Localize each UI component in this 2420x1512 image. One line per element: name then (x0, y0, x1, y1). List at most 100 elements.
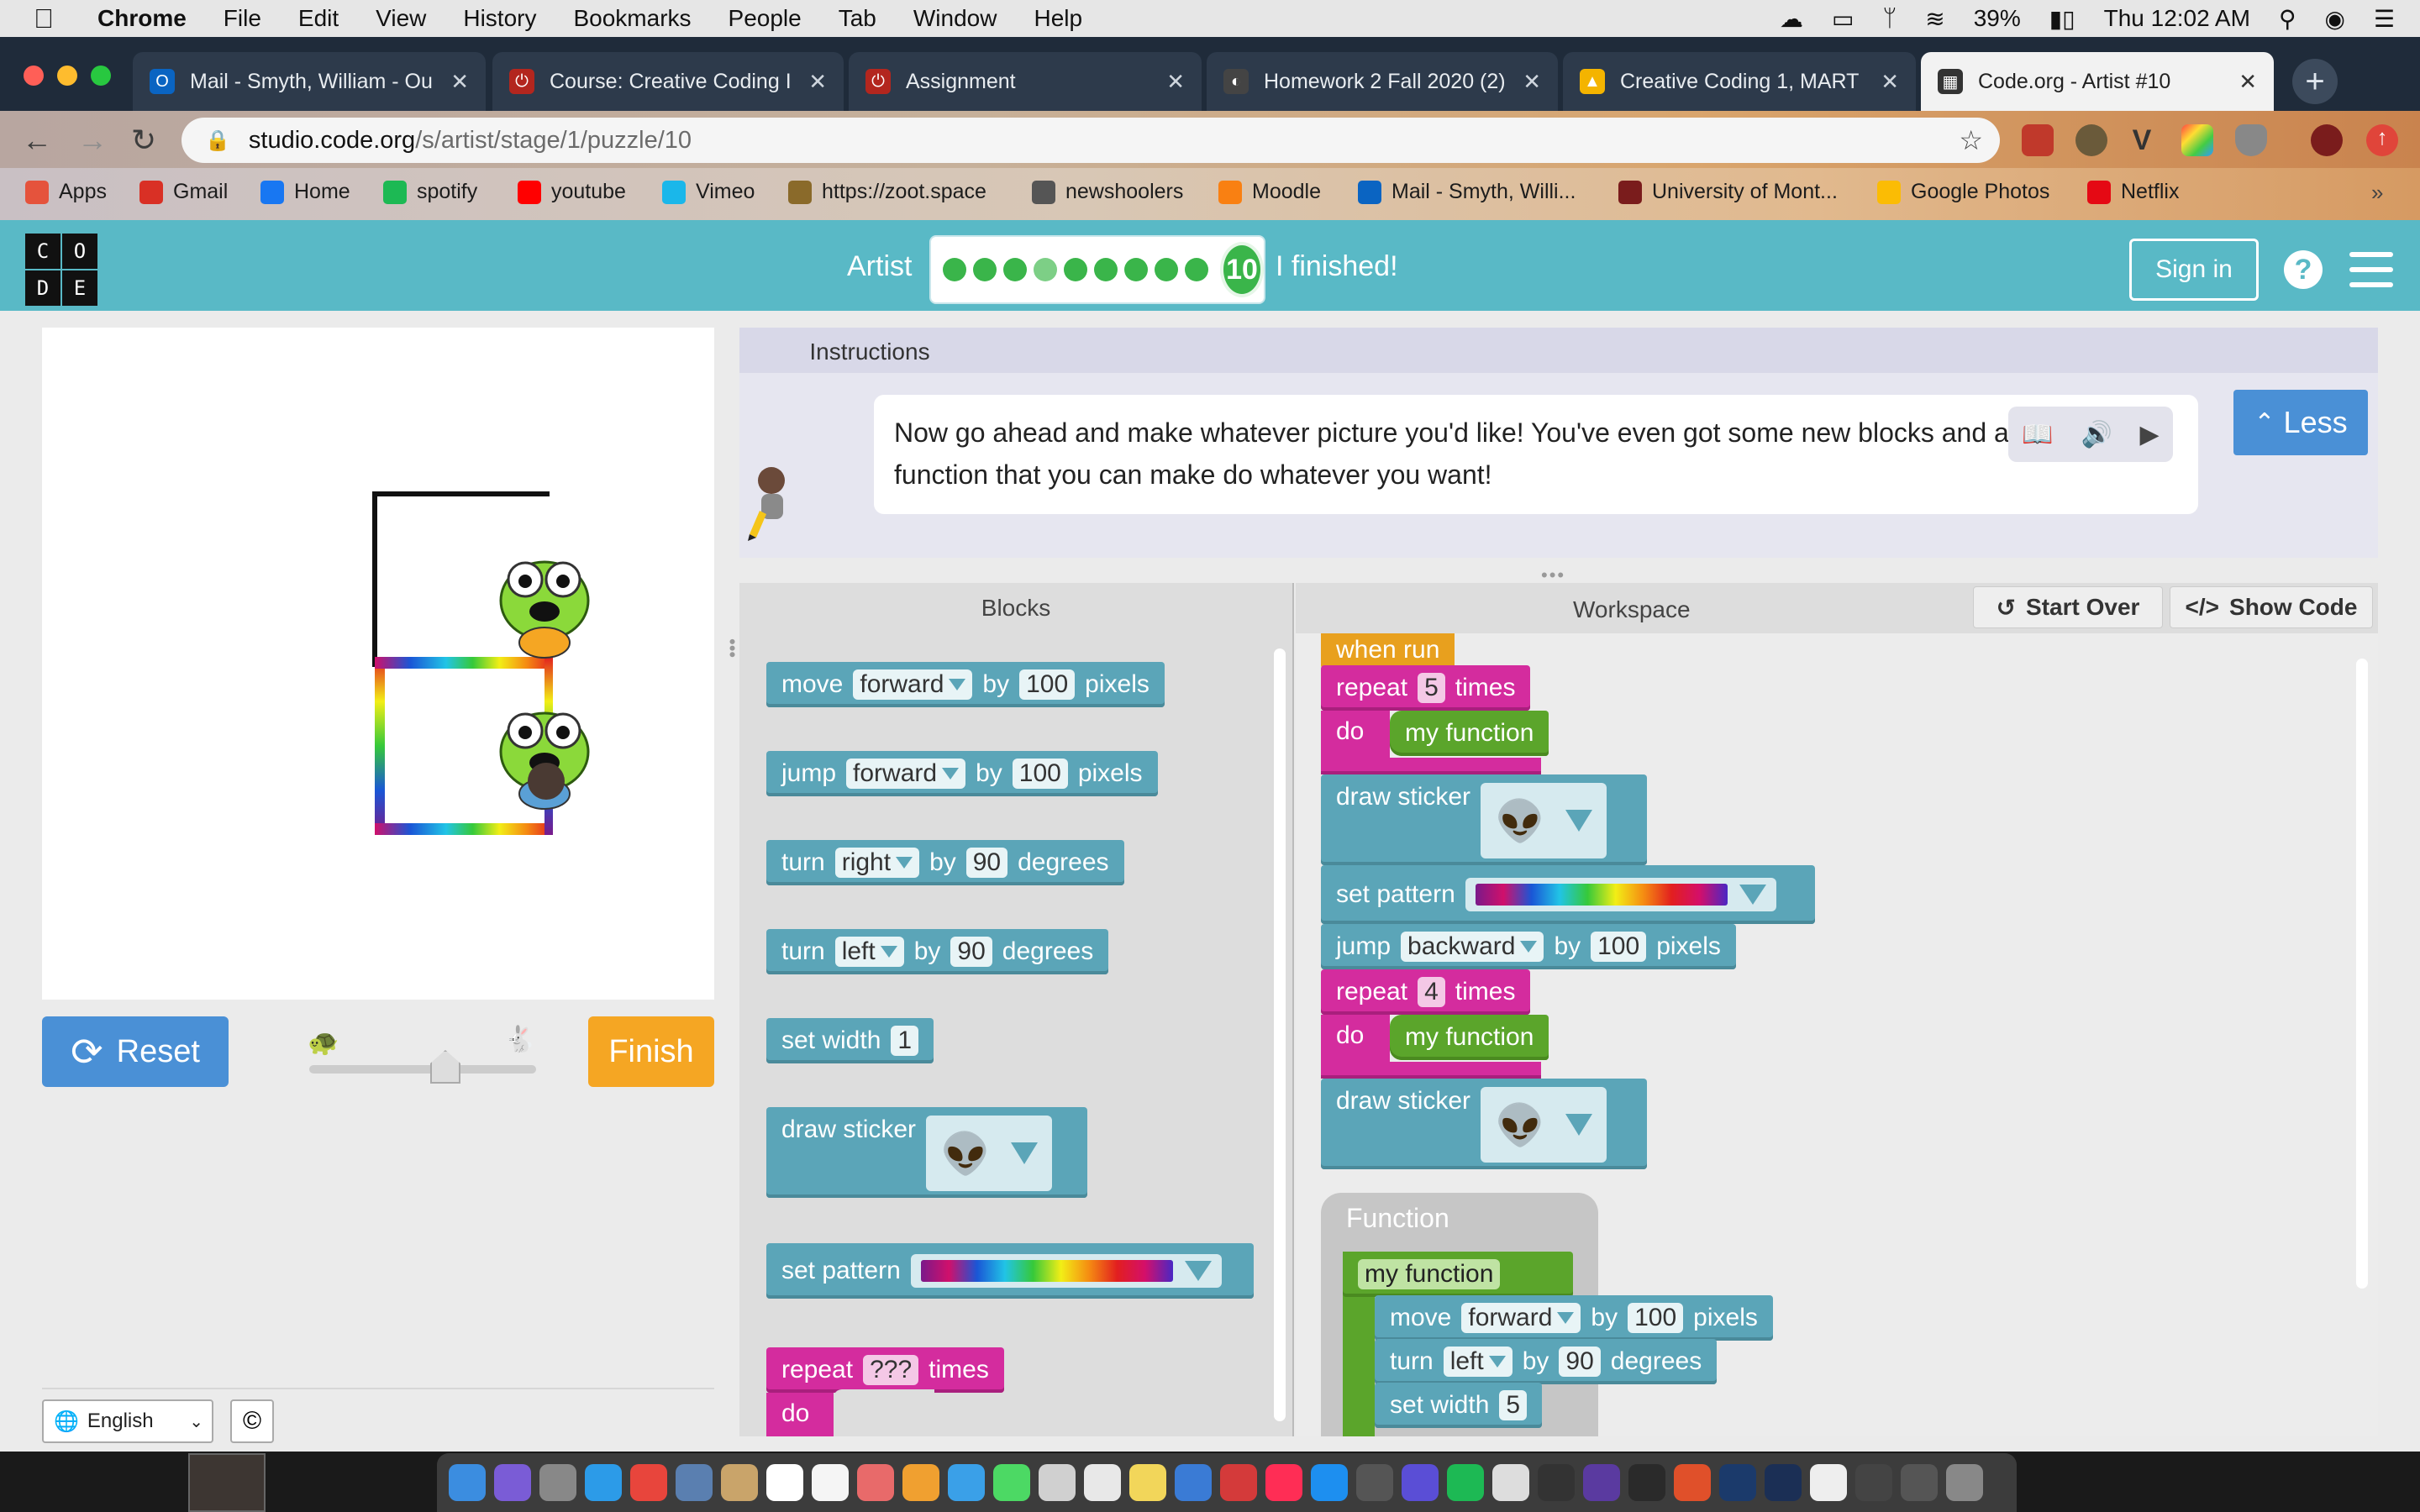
repeat-block-2[interactable]: repeat 4 times (1321, 969, 1531, 1015)
call-my-function-1[interactable]: my function (1390, 711, 1549, 756)
dock-app-icon[interactable] (1719, 1464, 1756, 1501)
control-menu-icon[interactable]: ☰ (2374, 5, 2395, 33)
menu-window[interactable]: Window (913, 5, 997, 32)
battery-icon[interactable]: ▮▯ (2049, 5, 2075, 33)
copyright-button[interactable]: © (230, 1399, 274, 1443)
close-tab-icon[interactable]: ✕ (450, 69, 469, 95)
menu-history[interactable]: History (463, 5, 536, 32)
close-tab-icon[interactable]: ✕ (1881, 69, 1899, 95)
bookmark-star-icon[interactable]: ☆ (1959, 124, 1983, 156)
toolbox-draw-sticker-block[interactable]: draw sticker 👽 (766, 1107, 1087, 1198)
draw-sticker-block-1[interactable]: draw sticker 👽 (1321, 774, 1647, 865)
direction-dropdown[interactable]: backward (1401, 932, 1544, 962)
extension-shield-icon[interactable] (2235, 124, 2267, 156)
number-field[interactable]: 100 (1019, 669, 1076, 700)
menu-help[interactable]: Help (1034, 5, 1082, 32)
repeat-count-field[interactable]: 5 (1418, 673, 1445, 703)
direction-dropdown[interactable]: left (1443, 1347, 1512, 1377)
extension-mascot-icon[interactable] (2075, 124, 2107, 156)
dock-app-icon[interactable] (539, 1464, 576, 1501)
dock-app-icon[interactable] (1946, 1464, 1983, 1501)
fn-move-block[interactable]: move forward by 100 pixels (1375, 1295, 1773, 1341)
sign-in-button[interactable]: Sign in (2129, 239, 2259, 301)
progress-dot[interactable] (1094, 258, 1118, 281)
empty-statement-slot[interactable] (834, 1389, 934, 1435)
menu-file[interactable]: File (224, 5, 261, 32)
dock-app-icon[interactable] (630, 1464, 667, 1501)
new-tab-button[interactable]: + (2292, 59, 2338, 104)
number-field[interactable]: 90 (965, 848, 1008, 878)
sticker-dropdown[interactable]: 👽 (1481, 783, 1607, 858)
help-icon[interactable]: ? (2284, 250, 2323, 289)
dock-app-icon[interactable] (585, 1464, 622, 1501)
extension-red-book-icon[interactable] (2022, 124, 2054, 156)
dock-app-icon[interactable] (1039, 1464, 1076, 1501)
bluetooth-icon[interactable]: ᛘ (1882, 5, 1897, 32)
toolbox-set-pattern-block[interactable]: set pattern (766, 1243, 1254, 1299)
dock-app-icon[interactable] (857, 1464, 894, 1501)
menu-app-name[interactable]: Chrome (97, 5, 187, 32)
number-field[interactable]: 100 (1628, 1303, 1684, 1333)
close-tab-icon[interactable]: ✕ (2238, 69, 2257, 95)
jump-backward-block[interactable]: jump backward by 100 pixels (1321, 924, 1736, 969)
toolbox-scrollbar[interactable] (1274, 648, 1286, 1421)
desktop-thumbnail[interactable] (188, 1453, 266, 1512)
toolbox-turn-left-block[interactable]: turn left by 90 degrees (766, 929, 1109, 974)
profile-avatar[interactable] (2311, 124, 2343, 156)
progress-dot[interactable] (1155, 258, 1178, 281)
dock-app-icon[interactable] (1674, 1464, 1711, 1501)
start-over-button[interactable]: ↺ Start Over (1973, 586, 2163, 628)
battery-percent[interactable]: 39% (1974, 5, 2021, 32)
pattern-dropdown[interactable] (910, 1254, 1222, 1288)
progress-dot[interactable] (943, 258, 966, 281)
menu-view[interactable]: View (376, 5, 426, 32)
bookmark-item[interactable]: newshoolers (1032, 180, 1183, 204)
direction-dropdown[interactable]: forward (1461, 1303, 1581, 1333)
number-field[interactable]: 100 (1591, 932, 1647, 962)
sticker-dropdown[interactable]: 👽 (926, 1116, 1053, 1191)
course-title[interactable]: Artist (847, 250, 912, 283)
bookmark-item[interactable]: Apps (25, 180, 107, 204)
dock-app-icon[interactable] (948, 1464, 985, 1501)
dock-app-icon[interactable] (993, 1464, 1030, 1501)
dock-app-icon[interactable] (1765, 1464, 1802, 1501)
dock-app-icon[interactable] (494, 1464, 531, 1501)
show-code-button[interactable]: </> Show Code (2170, 586, 2373, 628)
slider-thumb[interactable] (430, 1050, 460, 1084)
dock-app-icon[interactable] (1311, 1464, 1348, 1501)
call-my-function-2[interactable]: my function (1390, 1015, 1549, 1060)
siri-icon[interactable]: ◉ (2324, 5, 2344, 33)
workspace-canvas[interactable]: when run repeat 5 times do my function d… (1296, 633, 2378, 1436)
read-aloud-icon[interactable]: 📖 (2022, 420, 2053, 449)
menu-tab[interactable]: Tab (839, 5, 876, 32)
close-tab-icon[interactable]: ✕ (1166, 69, 1185, 95)
close-window-button[interactable] (24, 66, 44, 86)
number-field[interactable]: 5 (1499, 1390, 1528, 1420)
dock-app-icon[interactable] (766, 1464, 803, 1501)
toolbox-turn-right-block[interactable]: turn right by 90 degrees (766, 840, 1124, 885)
forward-arrow-icon[interactable]: → (77, 123, 108, 158)
less-button[interactable]: ⌃ Less (2233, 390, 2368, 455)
dock-app-icon[interactable] (449, 1464, 486, 1501)
bookmark-item[interactable]: Vimeo (662, 180, 755, 204)
direction-dropdown[interactable]: forward (853, 669, 973, 700)
close-tab-icon[interactable]: ✕ (1523, 69, 1541, 95)
toolbox-jump-block[interactable]: jump forward by 100 pixels (766, 751, 1158, 796)
creative-cloud-icon[interactable]: ☁ (1780, 5, 1803, 33)
number-field[interactable]: 90 (1559, 1347, 1601, 1377)
repeat-block-1[interactable]: repeat 5 times (1321, 665, 1531, 711)
language-select[interactable]: 🌐 English ⌄ (42, 1399, 213, 1443)
tab-5[interactable]: ▲ Creative Coding 1, MART 1 ✕ (1563, 52, 1916, 111)
bookmark-item[interactable]: Google Photos (1877, 180, 2049, 204)
number-field[interactable]: 100 (1012, 759, 1068, 789)
direction-dropdown[interactable]: right (834, 848, 920, 878)
bookmark-item[interactable]: University of Mont... (1618, 180, 1838, 204)
back-arrow-icon[interactable]: ← (22, 123, 52, 158)
fn-turn-block[interactable]: turn left by 90 degrees (1375, 1339, 1718, 1384)
repeat-count-field[interactable]: 4 (1418, 977, 1445, 1007)
dock-app-icon[interactable] (1901, 1464, 1938, 1501)
menu-bookmarks[interactable]: Bookmarks (573, 5, 691, 32)
direction-dropdown[interactable]: forward (846, 759, 966, 789)
zoom-window-button[interactable] (91, 66, 111, 86)
tab-6[interactable]: ▦ Code.org - Artist #10 ✕ (1921, 52, 2274, 111)
